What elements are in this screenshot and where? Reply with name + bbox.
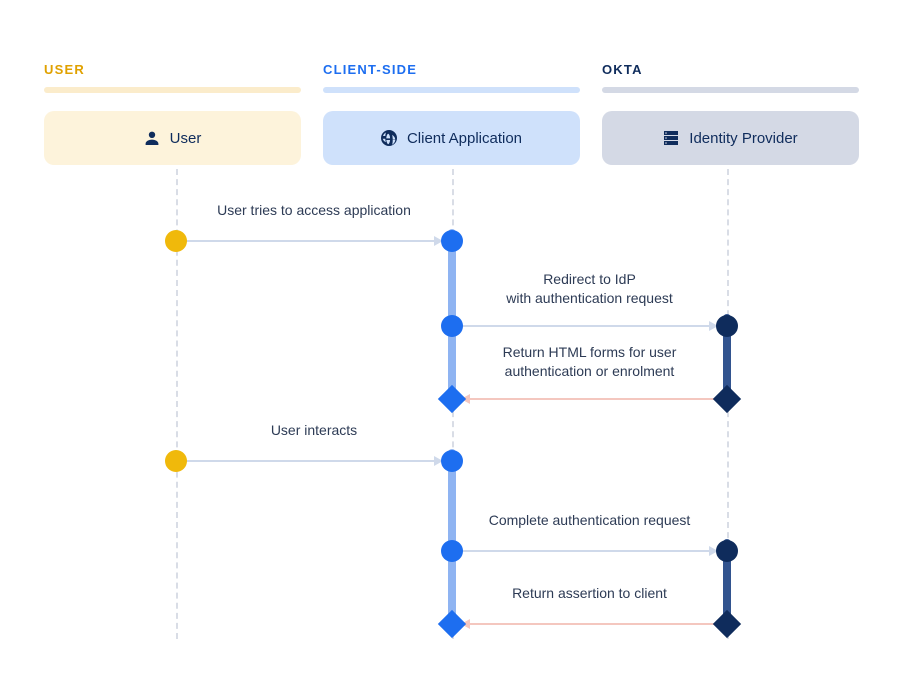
actor-user: User <box>44 111 301 165</box>
return-okta-diamond <box>713 385 741 413</box>
lane-client-heading: CLIENT-SIDE <box>323 62 580 77</box>
actor-user-label: User <box>170 130 202 147</box>
lane-okta-bar <box>602 87 859 93</box>
activation-client-2 <box>448 449 456 624</box>
arrow-left-return-icon <box>462 398 717 400</box>
event-user-dot <box>165 230 187 252</box>
arrow-right-icon <box>462 325 717 327</box>
msg-complete-auth-label: Complete authentication request <box>462 511 717 530</box>
arrow-right-icon <box>462 550 717 552</box>
actor-idp: Identity Provider <box>602 111 859 165</box>
actor-client: Client Application <box>323 111 580 165</box>
event-user-interact-dot <box>165 450 187 472</box>
lane-okta: OKTA Identity Provider <box>602 62 859 165</box>
lane-headers: USER User CLIENT-SIDE Client Application… <box>44 62 859 165</box>
event-client-interact-dot <box>441 450 463 472</box>
event-okta-complete-dot <box>716 540 738 562</box>
event-client-dot <box>441 230 463 252</box>
lane-client-bar <box>323 87 580 93</box>
server-icon <box>663 130 679 146</box>
msg-access-app: User tries to access application <box>186 229 442 253</box>
arrow-right-icon <box>186 240 442 242</box>
msg-complete-auth: Complete authentication request <box>462 539 717 563</box>
msg-user-interacts: User interacts <box>186 449 442 473</box>
actor-client-label: Client Application <box>407 130 522 147</box>
msg-user-interacts-label: User interacts <box>186 421 442 440</box>
msg-return-assertion: Return assertion to client <box>462 612 717 636</box>
event-client-send-dot <box>441 315 463 337</box>
sequence-area: User tries to access application Redirec… <box>44 169 859 639</box>
msg-redirect-idp-label: Redirect to IdPwith authentication reque… <box>462 270 717 308</box>
lane-user-heading: USER <box>44 62 301 77</box>
return-assertion-okta-diamond <box>713 610 741 638</box>
arrow-left-return-icon <box>462 623 717 625</box>
lane-okta-heading: OKTA <box>602 62 859 77</box>
person-icon <box>144 130 160 146</box>
diagram-card: USER User CLIENT-SIDE Client Application… <box>0 0 903 690</box>
actor-idp-label: Identity Provider <box>689 130 797 147</box>
msg-return-forms: Return HTML forms for userauthentication… <box>462 387 717 411</box>
activation-client-1 <box>448 229 456 399</box>
msg-redirect-idp: Redirect to IdPwith authentication reque… <box>462 314 717 338</box>
globe-icon <box>381 130 397 146</box>
lane-user: USER User <box>44 62 301 165</box>
msg-access-app-label: User tries to access application <box>186 201 442 220</box>
event-okta-recv-dot <box>716 315 738 337</box>
arrow-right-icon <box>186 460 442 462</box>
msg-return-assertion-label: Return assertion to client <box>462 584 717 603</box>
lane-user-bar <box>44 87 301 93</box>
lane-client: CLIENT-SIDE Client Application <box>323 62 580 165</box>
event-client-complete-dot <box>441 540 463 562</box>
msg-return-forms-label: Return HTML forms for userauthentication… <box>462 343 717 381</box>
